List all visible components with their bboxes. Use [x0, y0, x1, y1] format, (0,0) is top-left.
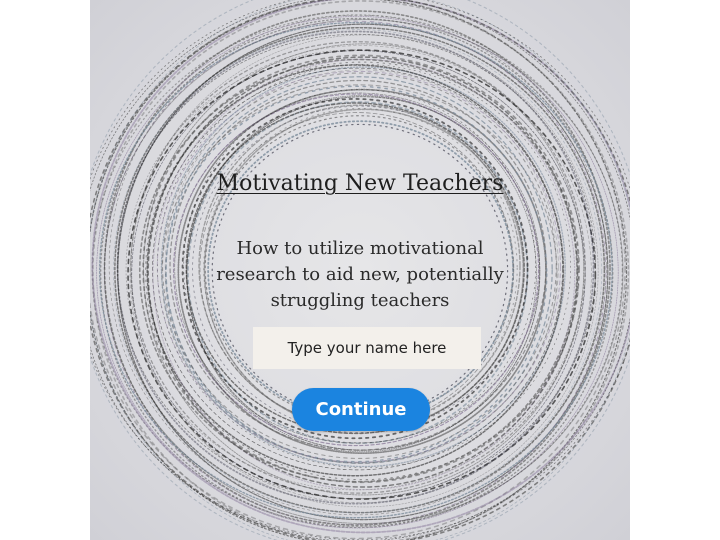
slide-subtitle: How to utilize motivational research to …	[216, 238, 504, 311]
slide-title: Motivating New Teachers	[216, 171, 504, 196]
continue-button[interactable]: Continue	[292, 388, 430, 431]
name-input[interactable]	[253, 327, 481, 369]
title-slide: Motivating New Teachers How to utilize m…	[90, 0, 630, 540]
